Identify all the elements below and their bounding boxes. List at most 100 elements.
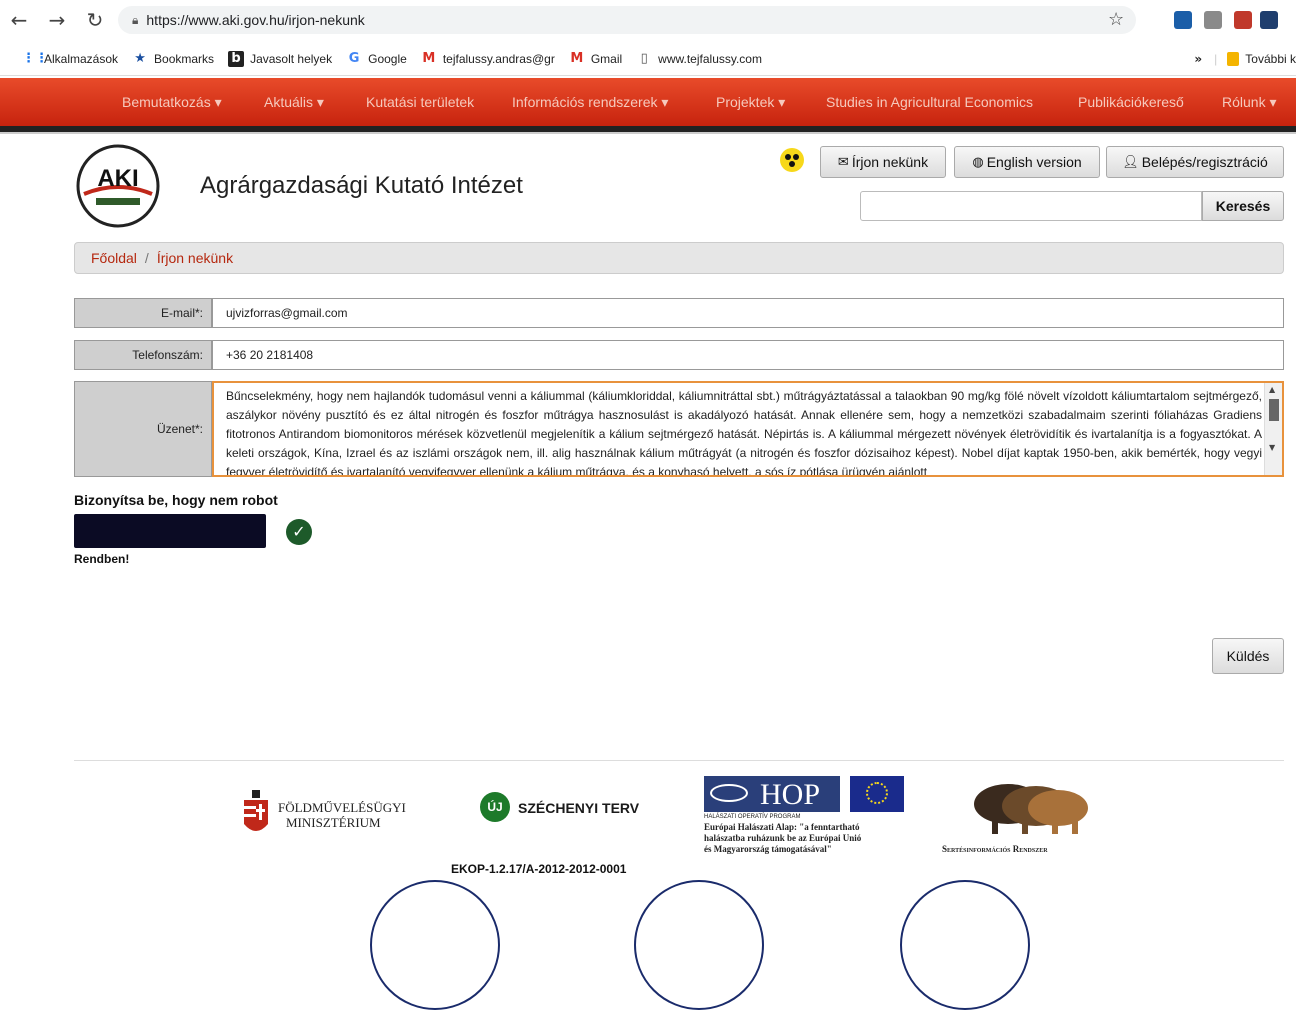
english-button-label: English version [986,154,1082,170]
hop-text-line: és Magyarország támogatásával" [704,844,832,854]
ministry-name: FÖLDMŰVELÉSÜGYI MINISZTÉRIUM [278,800,406,830]
scroll-thumb[interactable] [1269,399,1279,421]
nav-item-projektek[interactable]: Projektek ▾ [716,94,785,111]
phone-field[interactable]: +36 20 2181408 [212,340,1284,370]
chevron-overflow-icon[interactable]: » [1194,52,1202,66]
szechenyi-name: SZÉCHENYI TERV [518,800,640,816]
login-button[interactable]: 👤︎ Belépés/regisztráció [1106,146,1284,178]
email-label: E-mail*: [74,298,212,328]
pig-system-logo[interactable]: Sertésinformációs Rendszer [942,776,1102,860]
message-scrollbar[interactable]: ▲ ▼ [1264,383,1282,475]
gmail-icon: M [570,50,584,66]
extension-icon-2[interactable] [1204,11,1222,29]
szechenyi-logo[interactable]: ÚJ SZÉCHENYI TERV [480,792,660,832]
bookmark-label: Bookmarks [154,51,215,66]
scroll-down-icon[interactable]: ▼ [1269,443,1275,452]
address-bar[interactable]: 🔒︎ https://www.aki.gov.hu/irjon-nekunk [118,6,1136,34]
search-button-label: Keresés [1215,198,1271,214]
nav-item-publikacio[interactable]: Publikációkereső [1078,94,1184,110]
site-navigation: Bemutatkozás ▾ Aktuális ▾ Kutatási terül… [0,78,1296,126]
extension-icon-3[interactable] [1234,11,1252,29]
scroll-up-icon[interactable]: ▲ [1269,385,1275,394]
bookmark-label: Gmail [590,51,623,66]
eu-flag-icon [850,776,904,812]
back-arrow-icon[interactable]: ← [4,8,34,32]
captcha-title: Bizonyítsa be, hogy nem robot [74,492,278,508]
extension-icon-1[interactable] [1174,11,1192,29]
breadcrumb-separator: / [144,250,149,266]
login-button-label: Belépés/regisztráció [1141,154,1268,170]
submit-button-label: Küldés [1226,648,1270,664]
separator: | [1214,52,1218,66]
footer-circle-2[interactable] [634,880,764,1010]
phone-label: Telefonszám: [74,340,212,370]
url-text: https://www.aki.gov.hu/irjon-nekunk [146,12,365,28]
nav-item-kutatasi[interactable]: Kutatási területek [366,94,474,110]
ministry-line1: FÖLDMŰVELÉSÜGYI [278,800,406,815]
aki-logo[interactable]: AKI [74,142,178,230]
bookmark-bookmarks[interactable]: ★ Bookmarks [132,51,214,67]
forward-arrow-icon[interactable]: → [42,8,72,32]
bookmarks-bar: ⋮⋮ Alkalmazások ★ Bookmarks b Javasolt hely… [0,42,1296,76]
bookmark-label: Google [368,51,407,66]
email-field[interactable]: ujvizforras@gmail.com [212,298,1284,328]
bookmark-star-icon[interactable]: ☆ [1108,9,1124,30]
more-bookmarks[interactable]: További k [1245,52,1296,66]
nav-item-rolunk[interactable]: Rólunk ▾ [1222,94,1277,111]
user-icon: 👤︎ [1122,154,1139,170]
reload-icon[interactable]: ↻ [80,8,110,32]
folder-icon [1227,52,1240,66]
breadcrumb-current[interactable]: Írjon nekünk [157,250,233,266]
hop-description: Európai Halászati Alap: "a fenntartható … [704,822,861,855]
footer-circle-3[interactable] [900,880,1030,1010]
page-icon: ▯ [640,50,648,66]
accessibility-icon[interactable] [780,148,804,172]
email-value: ujvizforras@gmail.com [226,306,348,320]
bookmark-google[interactable]: G Google [346,51,407,67]
search-input[interactable] [860,191,1202,221]
pig-system-name: Sertésinformációs Rendszer [942,844,1048,854]
contact-button[interactable]: ✉ Írjon nekünk [820,146,946,178]
footer-divider [74,760,1284,761]
english-version-button[interactable]: ◍ English version [954,146,1100,178]
nav-item-informacios[interactable]: Információs rendszerek ▾ [512,94,668,111]
captcha-status: Rendben! [74,552,130,566]
nav-item-bemutatkozas[interactable]: Bemutatkozás ▾ [122,94,222,111]
check-icon: ✓ [286,519,312,545]
bookmark-tejfalussy[interactable]: ▯ www.tejfalussy.com [636,51,762,67]
bookmark-label: Javasolt helyek [250,51,333,66]
search-button[interactable]: Keresés [1202,191,1284,221]
nav-item-studies[interactable]: Studies in Agricultural Economics [826,94,1033,110]
nav-item-aktualis[interactable]: Aktuális ▾ [264,94,324,111]
bookmark-suggested[interactable]: b Javasolt helyek [228,50,333,67]
ekop-code: EKOP-1.2.17/A-2012-2012-0001 [451,862,627,876]
extension-icon-4[interactable] [1260,11,1278,29]
hop-banner: HOP [704,776,840,812]
hop-fish-icon [710,784,748,802]
bookmark-gmail[interactable]: M Gmail [569,51,622,67]
coat-of-arms-icon [244,790,268,831]
footer-circle-1[interactable] [370,880,500,1010]
ministry-line2: MINISZTÉRIUM [286,815,381,830]
message-textarea[interactable]: Bűncselekmény, hogy nem hajlandók tudomá… [212,381,1284,477]
bookmark-label: Alkalmazások [44,51,119,66]
apps-grid-icon: ⋮⋮ [22,50,48,66]
globe-icon: ◍ [972,154,984,170]
bookmark-label: tejfalussy.andras@gr [442,51,555,66]
szechenyi-badge-icon: ÚJ [480,792,510,822]
browser-toolbar: ← → ↻ 🔒︎ https://www.aki.gov.hu/irjon-ne… [0,0,1296,40]
breadcrumb-home[interactable]: Főoldal [91,250,137,266]
submit-button[interactable]: Küldés [1212,638,1284,674]
breadcrumb: Főoldal / Írjon nekünk [74,242,1284,274]
hop-title: HOP [760,778,821,811]
captcha-box[interactable] [74,514,266,548]
gmail-icon: M [422,50,436,66]
site-title: Agrárgazdasági Kutató Intézet [200,172,523,199]
hop-logo[interactable]: HOP HALÁSZATI OPERATÍV PROGRAM Európai H… [704,776,904,858]
bookmark-gmail-account[interactable]: Mtejfalussy.andras@gr [421,50,555,67]
nav-underline-light [0,132,1296,134]
bookmark-apps[interactable]: ⋮⋮ Alkalmazások [22,51,118,67]
star-icon: ★ [134,50,146,66]
phone-value: +36 20 2181408 [226,348,314,362]
ministry-logo[interactable]: FÖLDMŰVELÉSÜGYI MINISZTÉRIUM [242,790,432,840]
